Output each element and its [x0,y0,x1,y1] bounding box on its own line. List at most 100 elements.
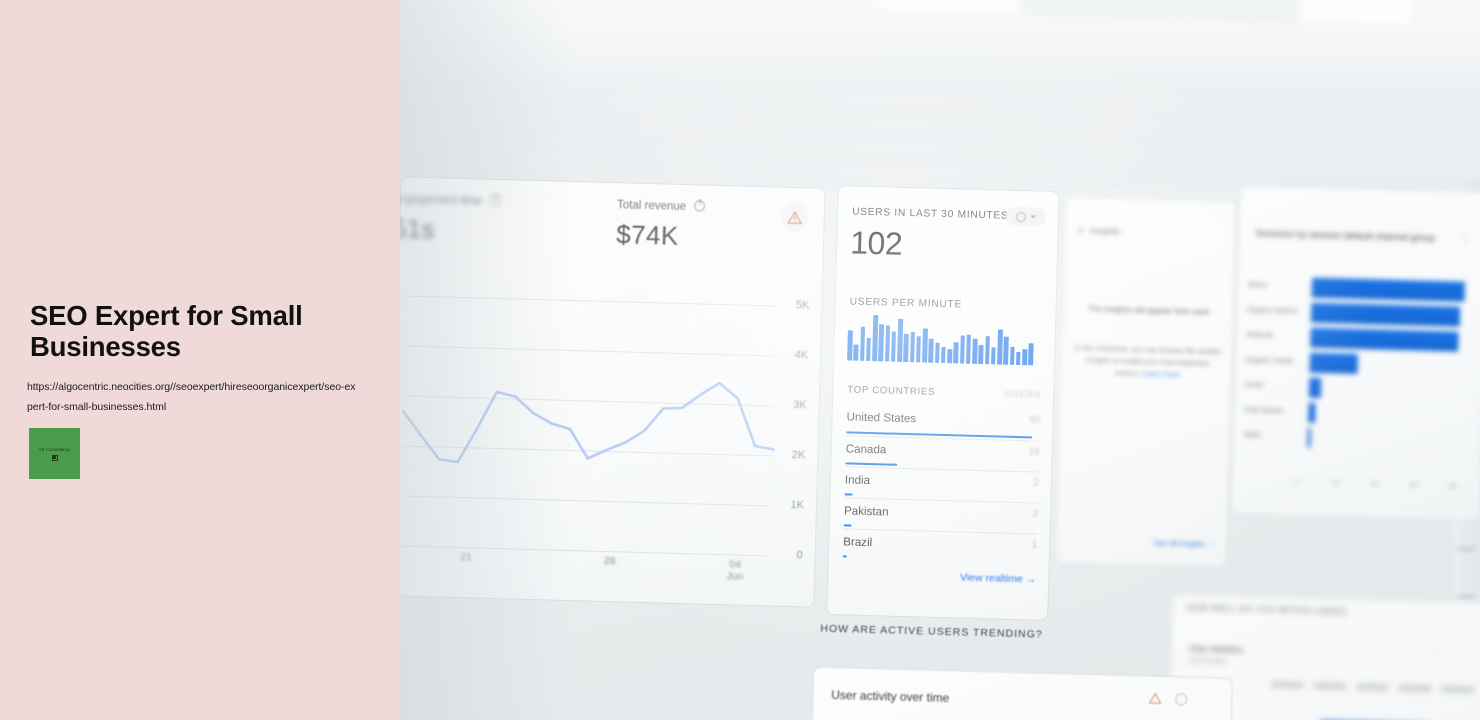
x-axis-ticks: 21 28 04 Jun [400,549,769,599]
country-users-value: 16 [1028,446,1040,458]
brand-name: YE Consultancy [38,446,71,452]
retain-users-section-title: HOW WELL DO YOU RETAIN USERS [1186,603,1347,617]
bar [972,338,978,364]
active-users-trending-section: HOW ARE ACTIVE USERS TRENDING? [820,623,1221,668]
left-info-panel: SEO Expert for Small Businesses https://… [0,0,400,720]
x-axis-tick: 28 [603,554,616,568]
bar [897,318,903,362]
active-users-trending-title: HOW ARE ACTIVE USERS TRENDING? [820,622,1043,641]
y-axis-tick: 1K [790,498,805,512]
country-users-value: 1 [1031,539,1038,551]
bar [953,342,959,364]
view-realtime-link[interactable]: View realtime → [960,572,1037,586]
more-options-icon[interactable]: ⋮ [1460,232,1471,245]
bar [922,327,928,363]
brand-logo[interactable]: YE Consultancy [29,428,80,479]
insights-learn-more-link[interactable]: Learn more [1142,369,1180,379]
country-users-value: 2 [1033,477,1040,489]
bar [1003,336,1009,365]
y-axis-ticks: 5K 4K 3K 2K 1K 0 [771,299,809,561]
insights-chip[interactable]: ✦ Insights [1077,225,1120,237]
more-options-icon[interactable]: ⋮ [1428,644,1437,655]
y-axis-tick: 3K [793,399,807,412]
retention-grid-cell [1441,686,1475,693]
see-all-insights-link[interactable]: See all insights → [1154,538,1215,549]
users-last-30min-label: USERS IN LAST 30 MINUTES [851,206,1009,222]
page-url[interactable]: https://algocentric.neocities.org//seoex… [27,377,357,417]
total-revenue-label: Total revenue [616,199,687,214]
engagement-time-label: engagement time [400,193,483,208]
bar [884,325,891,362]
help-circle-icon[interactable] [1175,693,1188,706]
help-circle-icon[interactable] [694,200,706,212]
bar-axis-tick: 0 [1294,479,1299,487]
edge-block [1458,546,1474,552]
monitor-top-blur [400,0,1480,190]
channel-bar [1308,377,1322,398]
country-bar [842,555,847,558]
channel-group-bars: Direct Organic Search Referral Organic Soci… [1243,274,1476,455]
top-countries-list: United States 80 Canada 16 India 2 Pakistan 2 Br… [842,404,1041,565]
total-revenue-value: $74K [615,219,679,251]
channel-label: Other [1243,429,1262,440]
engagement-time-value: 51s [400,213,435,245]
bar [928,338,934,363]
x-axis-tick: 21 [459,551,472,564]
country-name: United States [846,410,917,426]
country-users-value: 80 [1029,414,1041,426]
help-circle-icon[interactable] [490,194,502,207]
bar [940,346,946,364]
y-axis-tick: 0 [796,549,803,562]
channel-bar [1310,302,1461,327]
revenue-line-chart [402,381,775,464]
users-per-minute-bar-chart [847,314,1034,366]
bar [1022,348,1028,366]
channel-label: Referral [1246,329,1273,340]
bar [959,335,965,364]
retention-grid-cell [1313,682,1347,690]
channel-label: Paid Search [1244,404,1284,415]
retention-grid-cell [1356,683,1389,691]
bar [847,330,853,361]
insights-body: In the meantime, you can browse the syst… [1073,342,1222,382]
bar [865,337,872,362]
country-bar [845,462,898,466]
insights-card[interactable]: ✦ Insights The insights will appear here… [1055,195,1237,569]
bar [909,332,916,363]
channel-bar [1311,277,1465,302]
bar [934,342,940,363]
channel-group-axis-ticks: 0 20 40 60 80 [1294,479,1472,496]
y-axis-tick: 4K [794,349,809,362]
y-axis-tick: 2K [791,449,806,462]
channel-label: Email [1244,379,1264,390]
channel-bar [1307,427,1311,448]
bar [915,336,922,363]
channel-label: Direct [1247,279,1267,290]
bar-axis-tick: 60 [1409,482,1418,490]
country-bar [843,524,852,527]
insights-heading: The insights will appear here soon [1088,304,1210,317]
channel-bar-row[interactable]: Other [1243,424,1472,455]
revenue-chart-card[interactable]: engagement time 51s Total revenue $74K 5… [400,176,826,608]
bar [1028,343,1034,366]
insights-chip-label: Insights [1090,225,1121,237]
bar [965,334,972,364]
channel-bar [1309,352,1358,374]
bar [997,329,1003,365]
bar [859,327,866,361]
warning-triangle-icon[interactable] [1149,692,1162,704]
analytics-dashboard-photo: engagement time 51s Total revenue $74K 5… [400,0,1480,720]
channel-label: Organic Social [1245,354,1293,366]
bar [978,344,984,365]
retention-grid [1270,681,1475,720]
realtime-users-card[interactable]: USERS IN LAST 30 MINUTES 102 USERS PER M… [826,185,1060,621]
bar [984,336,990,365]
engagement-time-metric: engagement time 51s [400,191,573,249]
top-countries-label: TOP COUNTRIES [847,384,936,398]
country-row[interactable]: Brazil 1 [842,528,1038,565]
channel-group-bar-card[interactable]: Sessions by session default channel grou… [1230,184,1480,522]
bar-axis-tick: 20 [1331,480,1340,488]
chevron-down-icon [1030,215,1037,219]
time-range-selector[interactable] [1005,206,1047,227]
revenue-line-series [402,381,775,464]
